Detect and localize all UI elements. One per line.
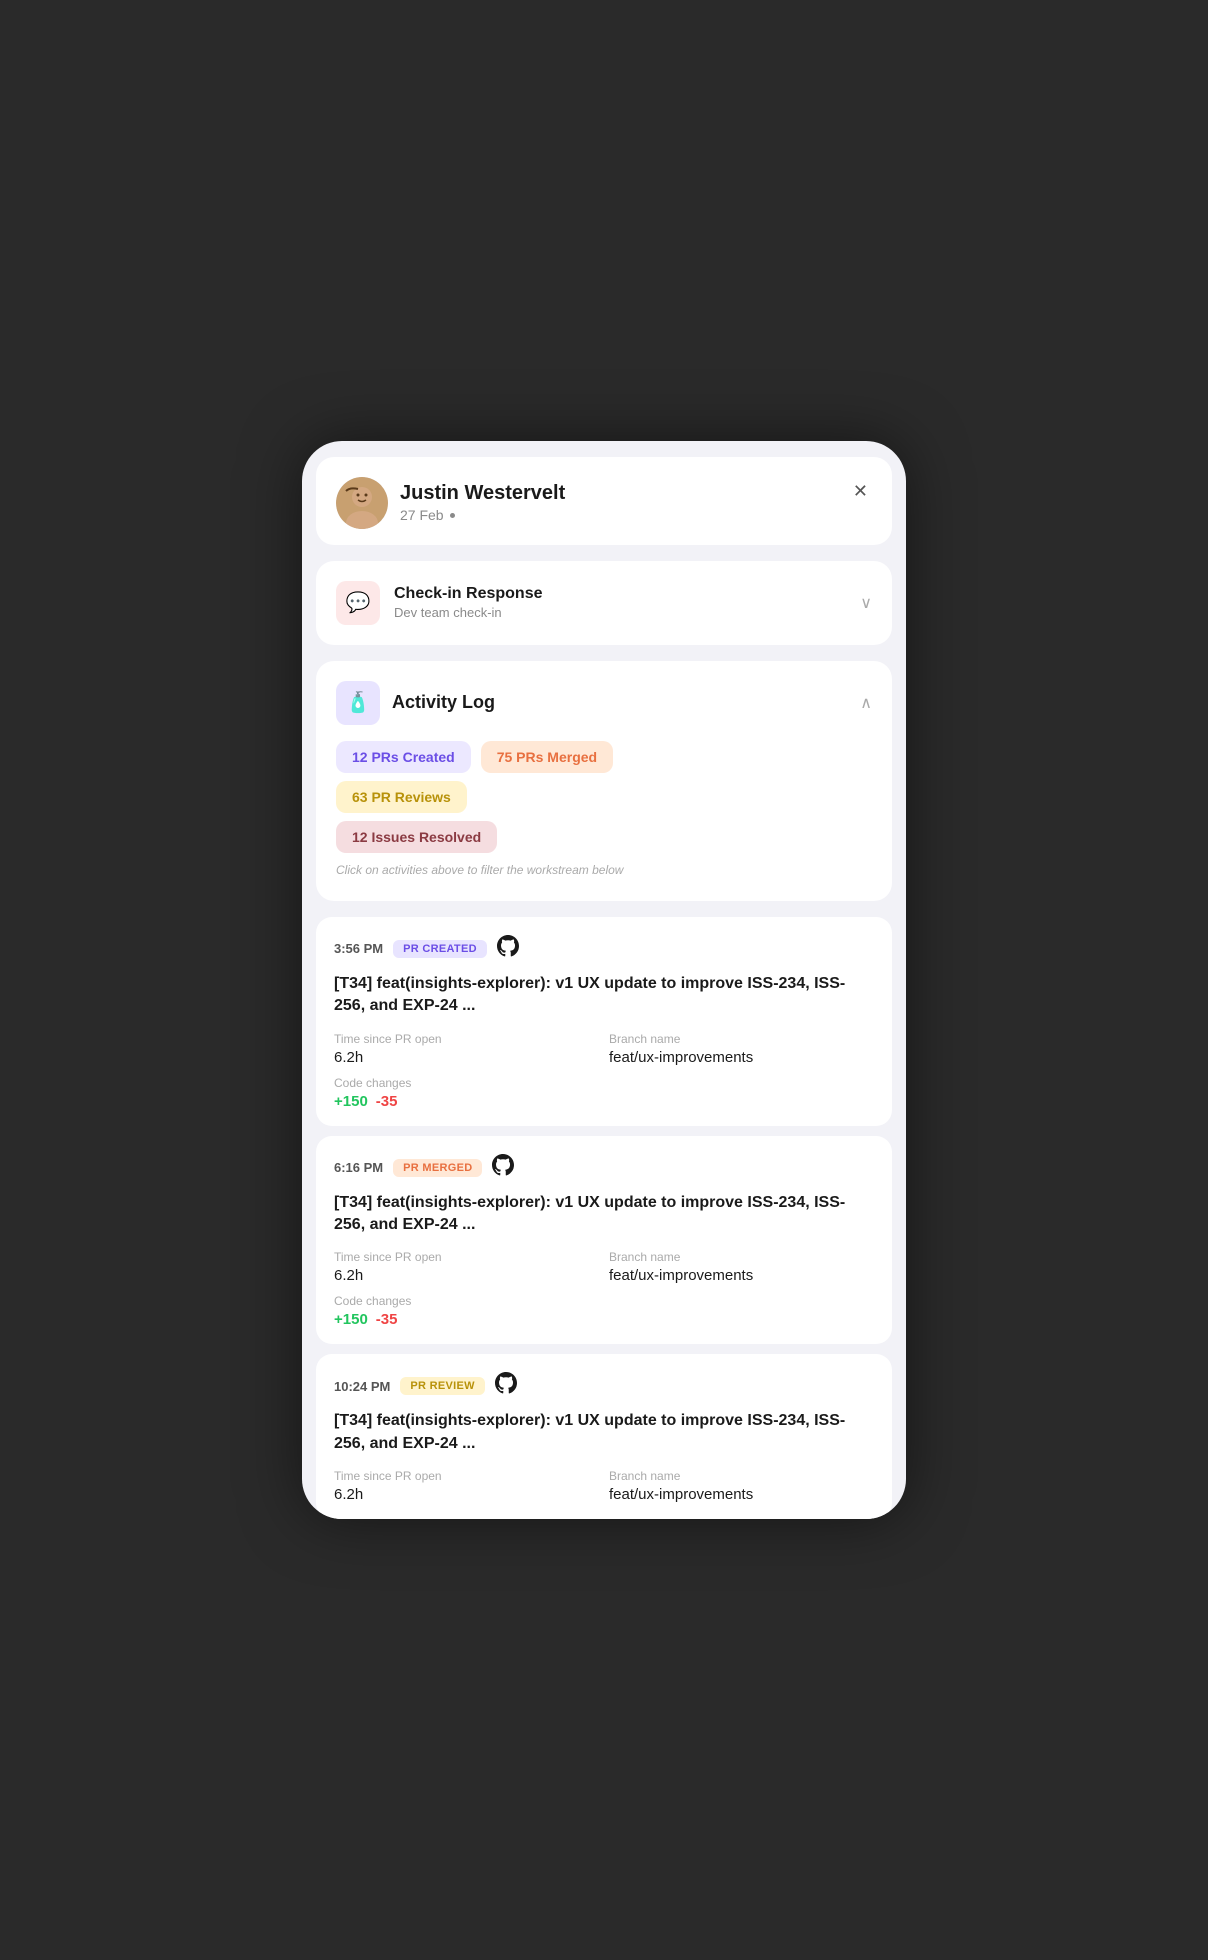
entry-2-time: 6:16 PM — [334, 1160, 383, 1175]
entry-1-header: 3:56 PM PR CREATED — [334, 935, 874, 963]
entry-2-badge: PR MERGED — [393, 1159, 482, 1177]
entry-2-meta: Time since PR open 6.2h Branch name feat… — [334, 1250, 874, 1284]
entry-2-title: [T34] feat(insights-explorer): v1 UX upd… — [334, 1192, 874, 1237]
activity-log-header: 🧴 Activity Log ∧ — [336, 681, 872, 725]
entry-1-title: [T34] feat(insights-explorer): v1 UX upd… — [334, 973, 874, 1018]
tags-row: 12 PRs Created 75 PRs Merged — [336, 741, 872, 773]
entry-1-branch-value: feat/ux-improvements — [609, 1049, 874, 1066]
entry-1-time-since: Time since PR open 6.2h — [334, 1032, 599, 1066]
date-dot — [450, 513, 455, 518]
entry-3-time-since-value: 6.2h — [334, 1486, 599, 1503]
header-card: Justin Westervelt 27 Feb ✕ — [316, 457, 892, 545]
checkin-icon: 💬 — [346, 590, 371, 615]
entry-3-badge: PR REVIEW — [400, 1377, 484, 1395]
entry-1-time-since-label: Time since PR open — [334, 1032, 599, 1046]
entry-2-code-changes: Code changes +150 -35 — [334, 1294, 874, 1328]
tag-issues-resolved[interactable]: 12 Issues Resolved — [336, 821, 497, 853]
activity-log-card: 🧴 Activity Log ∧ 12 PRs Created 75 PRs M… — [316, 661, 892, 901]
checkin-card: 💬 Check-in Response Dev team check-in ∨ — [316, 561, 892, 645]
github-icon-1 — [497, 935, 519, 963]
avatar — [336, 477, 388, 529]
github-icon-3 — [495, 1372, 517, 1400]
checkin-subtitle: Dev team check-in — [394, 605, 542, 620]
entry-1-code-values: +150 -35 — [334, 1093, 874, 1110]
header-left: Justin Westervelt 27 Feb — [336, 477, 565, 529]
entry-2-branch: Branch name feat/ux-improvements — [609, 1250, 874, 1284]
entry-1-code-changes: Code changes +150 -35 — [334, 1076, 874, 1110]
entry-3-meta: Time since PR open 6.2h Branch name feat… — [334, 1469, 874, 1503]
entry-1-time-since-value: 6.2h — [334, 1049, 599, 1066]
github-icon-2 — [492, 1154, 514, 1182]
entry-1-time: 3:56 PM — [334, 941, 383, 956]
post-date: 27 Feb — [400, 507, 565, 523]
filter-hint: Click on activities above to filter the … — [336, 863, 872, 877]
tag-pr-reviews[interactable]: 63 PR Reviews — [336, 781, 467, 813]
entry-1-branch-label: Branch name — [609, 1032, 874, 1046]
activity-log-chevron[interactable]: ∧ — [860, 693, 872, 713]
checkin-chevron[interactable]: ∨ — [860, 593, 872, 613]
entry-2-deletions: -35 — [376, 1311, 398, 1328]
entry-2-branch-label: Branch name — [609, 1250, 874, 1264]
entry-3-time: 10:24 PM — [334, 1379, 390, 1394]
entry-2-changes-label: Code changes — [334, 1294, 874, 1308]
entry-3-branch-value: feat/ux-improvements — [609, 1486, 874, 1503]
entry-1-changes-label: Code changes — [334, 1076, 874, 1090]
activity-icon: 🧴 — [346, 690, 371, 715]
entry-2-code-values: +150 -35 — [334, 1311, 874, 1328]
activity-entry-3: 10:24 PM PR REVIEW [T34] feat(insights-e… — [316, 1354, 892, 1519]
entry-2-additions: +150 — [334, 1311, 368, 1328]
entry-2-time-since-value: 6.2h — [334, 1267, 599, 1284]
activity-icon-wrap: 🧴 — [336, 681, 380, 725]
entry-1-meta: Time since PR open 6.2h Branch name feat… — [334, 1032, 874, 1066]
close-button[interactable]: ✕ — [849, 477, 872, 506]
entry-3-title: [T34] feat(insights-explorer): v1 UX upd… — [334, 1410, 874, 1455]
entry-2-time-since: Time since PR open 6.2h — [334, 1250, 599, 1284]
checkin-icon-wrap: 💬 — [336, 581, 380, 625]
entry-3-branch-label: Branch name — [609, 1469, 874, 1483]
checkin-title: Check-in Response — [394, 585, 542, 603]
entry-2-branch-value: feat/ux-improvements — [609, 1267, 874, 1284]
entry-2-header: 6:16 PM PR MERGED — [334, 1154, 874, 1182]
entry-1-branch: Branch name feat/ux-improvements — [609, 1032, 874, 1066]
entry-2-time-since-label: Time since PR open — [334, 1250, 599, 1264]
header-info: Justin Westervelt 27 Feb — [400, 482, 565, 523]
entry-3-time-since-label: Time since PR open — [334, 1469, 599, 1483]
tags-row-2: 63 PR Reviews — [336, 781, 872, 813]
activity-entry-2: 6:16 PM PR MERGED [T34] feat(insights-ex… — [316, 1136, 892, 1345]
entry-1-deletions: -35 — [376, 1093, 398, 1110]
entry-3-branch: Branch name feat/ux-improvements — [609, 1469, 874, 1503]
entry-3-time-since: Time since PR open 6.2h — [334, 1469, 599, 1503]
tag-prs-merged[interactable]: 75 PRs Merged — [481, 741, 613, 773]
entry-1-additions: +150 — [334, 1093, 368, 1110]
checkin-left: 💬 Check-in Response Dev team check-in — [336, 581, 542, 625]
tags-row-3: 12 Issues Resolved — [336, 821, 872, 853]
activity-log-title: Activity Log — [392, 692, 495, 713]
tag-prs-created[interactable]: 12 PRs Created — [336, 741, 471, 773]
user-name: Justin Westervelt — [400, 482, 565, 505]
entry-3-header: 10:24 PM PR REVIEW — [334, 1372, 874, 1400]
activity-header-left: 🧴 Activity Log — [336, 681, 495, 725]
checkin-text: Check-in Response Dev team check-in — [394, 585, 542, 620]
entry-1-badge: PR CREATED — [393, 940, 487, 958]
activity-entry-1: 3:56 PM PR CREATED [T34] feat(insights-e… — [316, 917, 892, 1126]
